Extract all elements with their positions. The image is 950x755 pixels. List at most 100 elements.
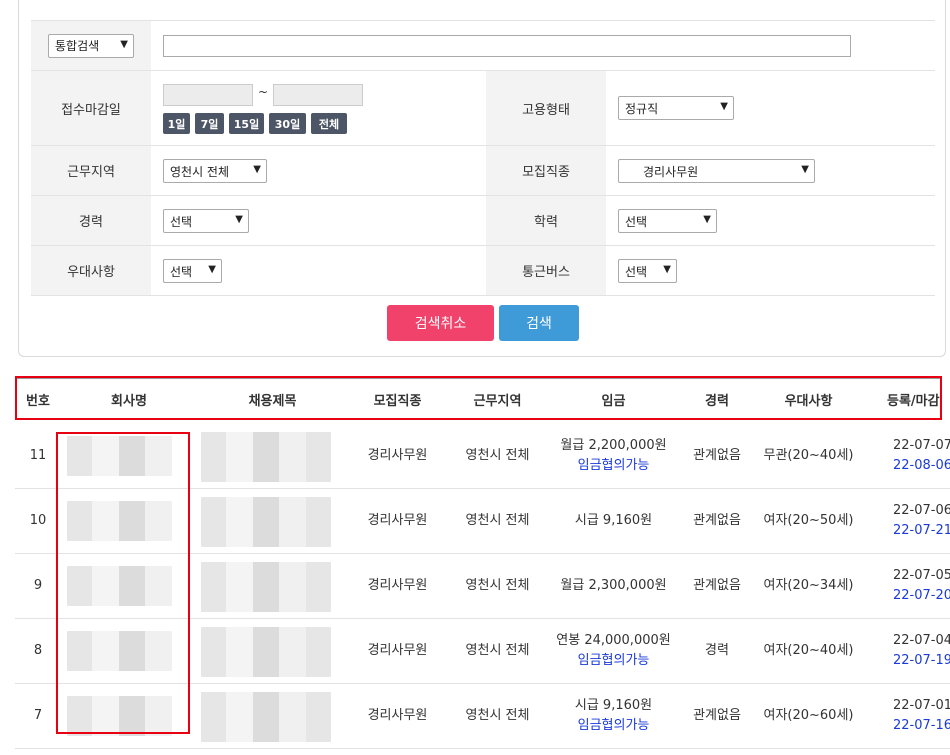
cell-job: 경리사무원 [367, 578, 428, 593]
period-1day-button[interactable]: 1일 [163, 113, 190, 134]
register-date: 22-07-01 [893, 698, 950, 713]
search-type-select[interactable]: 통합검색 ▼ [48, 33, 134, 58]
chevron-down-icon: ▼ [235, 214, 243, 225]
table-row[interactable]: 9 경리사무원 영천시 전체 관계없음 여자(20~34세) 월급 2,300,000원 2… [15, 554, 950, 619]
employment-select[interactable]: 정규직 ▼ [618, 96, 734, 120]
deadline-date: 22-07-19 [893, 653, 950, 668]
cancel-search-button[interactable]: 검색취소 [387, 305, 494, 341]
cell-no: 8 [33, 643, 43, 658]
cell-job: 경리사무원 [367, 513, 428, 528]
bus-value: 선택 [625, 264, 648, 279]
region-row: 근무지역 영천시 전체 ▼ 모집직종 경리사무원 ▼ [31, 146, 935, 196]
cell-wage: 월급 2,300,000원 [545, 554, 682, 618]
career-label: 경력 [31, 196, 151, 245]
chevron-down-icon: ▼ [703, 214, 711, 225]
deadline-date: 22-07-16 [893, 718, 950, 733]
wage-value: 연봉 24,000,000원 [556, 633, 671, 648]
table-header: 번호 회사명 채용제목 모집직종 근무지역 임금 경력 우대사항 등록/마감일 [15, 378, 940, 420]
header-wage: 임금 [601, 393, 626, 409]
period-all-button[interactable]: 전체 [311, 113, 347, 134]
wage-value: 시급 9,160원 [574, 698, 653, 713]
region-label: 근무지역 [31, 146, 151, 195]
job-title-redacted[interactable] [201, 432, 331, 482]
pref-value: 선택 [170, 264, 193, 279]
cell-pref: 여자(20~60세) [763, 708, 854, 723]
pref-label: 우대사항 [31, 246, 151, 295]
deadline-date: 22-07-21 [893, 523, 950, 538]
edu-select[interactable]: 선택 ▼ [618, 209, 717, 233]
cell-wage: 시급 9,160원임금협의가능 [545, 684, 682, 748]
period-15day-button[interactable]: 15일 [229, 113, 264, 134]
keyword-input[interactable] [163, 35, 851, 57]
wage-negotiable-link[interactable]: 임금협의가능 [578, 651, 650, 671]
job-title-redacted[interactable] [201, 497, 331, 547]
bus-label: 통근버스 [486, 246, 606, 295]
table-row[interactable]: 11 경리사무원 영천시 전체 관계없음 무관(20~40세) 월급 2,200,000원… [15, 424, 950, 489]
chevron-down-icon: ▼ [720, 101, 728, 112]
table-row[interactable]: 7 경리사무원 영천시 전체 관계없음 여자(20~60세) 시급 9,160원 임금협의가… [15, 684, 950, 749]
bus-select[interactable]: 선택 ▼ [618, 259, 677, 283]
search-panel: 통합검색 ▼ 접수마감일 ~ 1일 7일 15일 30일 전체 고용형태 정규직… [18, 0, 946, 357]
cell-date: 22-07-05 22-07-20 [865, 554, 950, 618]
job-select[interactable]: 경리사무원 ▼ [618, 159, 815, 183]
search-type-value: 통합검색 [55, 39, 100, 53]
region-value: 영천시 전체 [170, 164, 230, 179]
chevron-down-icon: ▼ [208, 264, 216, 275]
cell-no: 10 [29, 513, 47, 528]
chevron-down-icon: ▼ [253, 164, 261, 175]
search-button[interactable]: 검색 [499, 305, 579, 341]
company-name-redacted[interactable] [67, 696, 172, 736]
company-name-redacted[interactable] [67, 436, 172, 476]
job-label: 모집직종 [486, 146, 606, 195]
company-name-redacted[interactable] [67, 566, 172, 606]
header-date: 등록/마감일 [887, 393, 940, 409]
period-30day-button[interactable]: 30일 [269, 113, 306, 134]
wage-value: 월급 2,200,000원 [560, 438, 667, 453]
career-row: 경력 선택 ▼ 학력 선택 ▼ [31, 196, 935, 246]
cell-career: 관계없음 [693, 578, 741, 593]
company-name-redacted[interactable] [67, 501, 172, 541]
keyword-row: 통합검색 ▼ [31, 20, 935, 71]
cell-no: 9 [33, 578, 43, 593]
edu-value: 선택 [625, 214, 648, 229]
cell-pref: 무관(20~40세) [763, 448, 854, 463]
keyword-label-cell: 통합검색 ▼ [31, 21, 151, 70]
deadline-row: 접수마감일 ~ 1일 7일 15일 30일 전체 고용형태 정규직 ▼ [31, 71, 935, 146]
chevron-down-icon: ▼ [120, 38, 128, 50]
deadline-date: 22-07-20 [893, 588, 950, 603]
cell-date: 22-07-07 22-08-06 [865, 424, 950, 488]
register-date: 22-07-06 [893, 503, 950, 518]
header-title: 채용제목 [248, 393, 297, 409]
cell-region: 영천시 전체 [465, 578, 530, 593]
period-7day-button[interactable]: 7일 [195, 113, 224, 134]
cell-job: 경리사무원 [367, 708, 428, 723]
wage-negotiable-link[interactable]: 임금협의가능 [578, 716, 650, 736]
header-career: 경력 [705, 393, 729, 409]
region-select[interactable]: 영천시 전체 ▼ [163, 159, 267, 183]
header-region: 근무지역 [473, 393, 522, 409]
header-company: 회사명 [111, 393, 147, 409]
wage-value: 월급 2,300,000원 [560, 578, 667, 593]
table-row[interactable]: 10 경리사무원 영천시 전체 관계없음 여자(20~50세) 시급 9,160원 22-0… [15, 489, 950, 554]
end-date-input[interactable] [273, 84, 363, 106]
job-title-redacted[interactable] [201, 692, 331, 742]
cell-region: 영천시 전체 [465, 643, 530, 658]
register-date: 22-07-07 [893, 438, 950, 453]
pref-row: 우대사항 선택 ▼ 통근버스 선택 ▼ [31, 246, 935, 296]
job-title-redacted[interactable] [201, 562, 331, 612]
date-separator: ~ [258, 85, 269, 99]
deadline-label: 접수마감일 [31, 71, 151, 145]
cell-no: 11 [29, 448, 47, 463]
cell-pref: 여자(20~34세) [763, 578, 854, 593]
wage-negotiable-link[interactable]: 임금협의가능 [578, 456, 650, 476]
career-select[interactable]: 선택 ▼ [163, 209, 249, 233]
header-pref: 우대사항 [784, 393, 833, 409]
cell-pref: 여자(20~40세) [763, 643, 854, 658]
start-date-input[interactable] [163, 84, 253, 106]
table-row[interactable]: 8 경리사무원 영천시 전체 경력 여자(20~40세) 연봉 24,000,000원 임금… [15, 619, 950, 684]
job-title-redacted[interactable] [201, 627, 331, 677]
company-name-redacted[interactable] [67, 631, 172, 671]
pref-select[interactable]: 선택 ▼ [163, 259, 222, 283]
cell-region: 영천시 전체 [465, 448, 530, 463]
header-no: 번호 [26, 393, 50, 409]
